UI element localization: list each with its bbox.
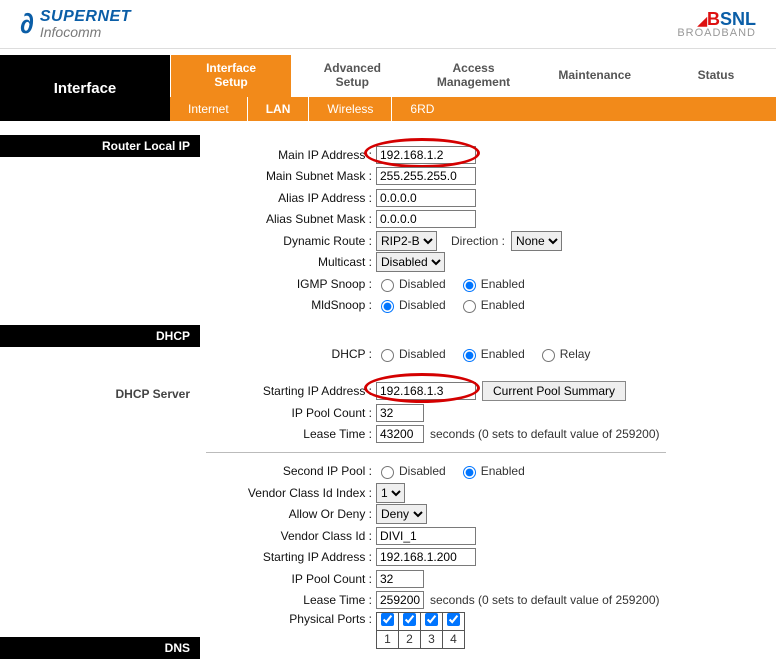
direction-select[interactable]: None: [511, 231, 562, 251]
subtab-wireless[interactable]: Wireless: [308, 97, 391, 121]
label-main-ip: Main IP Address :: [206, 148, 376, 162]
brand-right: ◢BSNL BROADBAND: [677, 10, 756, 39]
label-vci: Vendor Class Id :: [206, 529, 376, 543]
label-second-pool: Second IP Pool :: [206, 464, 376, 478]
flag-icon: ◢: [698, 14, 707, 28]
second-lease-input[interactable]: [376, 591, 424, 609]
second-pool-count-input[interactable]: [376, 570, 424, 588]
dhcp-relay-radio[interactable]: Relay: [537, 346, 591, 362]
label-multicast: Multicast :: [206, 255, 376, 269]
label-igmp: IGMP Snoop :: [206, 277, 376, 291]
label-pool-count: IP Pool Count :: [206, 406, 376, 420]
dhcp-enabled-radio[interactable]: Enabled: [458, 346, 525, 362]
subtab-internet[interactable]: Internet: [170, 97, 247, 121]
label-alias-ip: Alias IP Address :: [206, 191, 376, 205]
label-second-pool-count: IP Pool Count :: [206, 572, 376, 586]
vci-input[interactable]: [376, 527, 476, 545]
section-router-local-ip: Router Local IP: [0, 135, 200, 157]
brand-left-line1: SUPERNET: [40, 9, 131, 25]
tab-maintenance[interactable]: Maintenance: [534, 55, 655, 97]
label-physical-ports: Physical Ports :: [206, 612, 376, 626]
label-start-ip: Starting IP Address :: [206, 384, 376, 398]
label-direction: Direction :: [451, 234, 505, 248]
label-vci-index: Vendor Class Id Index :: [206, 486, 376, 500]
dynamic-route-select[interactable]: RIP2-B: [376, 231, 437, 251]
tab-status[interactable]: Status: [655, 55, 776, 97]
port1-checkbox[interactable]: [381, 613, 394, 626]
port4-checkbox[interactable]: [447, 613, 460, 626]
multicast-select[interactable]: Disabled: [376, 252, 445, 272]
pool-summary-button[interactable]: Current Pool Summary: [482, 381, 626, 401]
dhcp-disabled-radio[interactable]: Disabled: [376, 346, 446, 362]
port2-checkbox[interactable]: [403, 613, 416, 626]
label-dhcp: DHCP :: [206, 347, 376, 361]
divider: [206, 452, 666, 453]
lease-input[interactable]: [376, 425, 424, 443]
label-second-start-ip: Starting IP Address :: [206, 550, 376, 564]
label-allow-deny: Allow Or Deny :: [206, 507, 376, 521]
subtab-6rd[interactable]: 6RD: [391, 97, 452, 121]
mld-disabled-radio[interactable]: Disabled: [376, 297, 446, 313]
subtab-lan[interactable]: LAN: [247, 97, 309, 121]
label-mld: MldSnoop :: [206, 298, 376, 312]
port-label-4: 4: [443, 630, 465, 648]
tab-access-management[interactable]: Access Management: [412, 55, 533, 97]
brand-left-line2: Infocomm: [40, 25, 131, 39]
label-alias-mask: Alias Subnet Mask :: [206, 212, 376, 226]
port3-checkbox[interactable]: [425, 613, 438, 626]
label-dynamic-route: Dynamic Route :: [206, 234, 376, 248]
section-dhcp: DHCP: [0, 325, 200, 347]
label-lease: Lease Time :: [206, 427, 376, 441]
section-dhcp-server: DHCP Server: [0, 383, 200, 405]
alias-mask-input[interactable]: [376, 210, 476, 228]
app-header: ∂ SUPERNET Infocomm ◢BSNL BROADBAND: [0, 0, 776, 49]
label-main-mask: Main Subnet Mask :: [206, 169, 376, 183]
page-title: Interface: [0, 55, 170, 121]
second-start-ip-input[interactable]: [376, 548, 476, 566]
sub-tabs: Internet LAN Wireless 6RD: [170, 97, 776, 121]
main-tabs: Interface Setup Advanced Setup Access Ma…: [170, 55, 776, 97]
vci-index-select[interactable]: 1: [376, 483, 405, 503]
start-ip-input[interactable]: [376, 382, 476, 400]
alias-ip-input[interactable]: [376, 189, 476, 207]
port-label-2: 2: [399, 630, 421, 648]
swoosh-icon: ∂: [20, 8, 34, 40]
igmp-enabled-radio[interactable]: Enabled: [458, 276, 525, 292]
lease-note: seconds (0 sets to default value of 2592…: [430, 427, 659, 441]
tab-interface-setup[interactable]: Interface Setup: [170, 55, 291, 97]
mld-enabled-radio[interactable]: Enabled: [458, 297, 525, 313]
brand-right-sub: BROADBAND: [677, 28, 756, 39]
allow-deny-select[interactable]: Deny: [376, 504, 427, 524]
main-ip-input[interactable]: [376, 146, 476, 164]
physical-ports-table: 1 2 3 4: [376, 612, 465, 649]
igmp-disabled-radio[interactable]: Disabled: [376, 276, 446, 292]
section-dns: DNS: [0, 637, 200, 659]
main-mask-input[interactable]: [376, 167, 476, 185]
brand-left: ∂ SUPERNET Infocomm: [20, 8, 131, 40]
port-label-1: 1: [377, 630, 399, 648]
pool-count-input[interactable]: [376, 404, 424, 422]
second-pool-enabled-radio[interactable]: Enabled: [458, 463, 525, 479]
tab-advanced-setup[interactable]: Advanced Setup: [291, 55, 412, 97]
port-label-3: 3: [421, 630, 443, 648]
second-pool-disabled-radio[interactable]: Disabled: [376, 463, 446, 479]
second-lease-note: seconds (0 sets to default value of 2592…: [430, 593, 659, 607]
label-second-lease: Lease Time :: [206, 593, 376, 607]
